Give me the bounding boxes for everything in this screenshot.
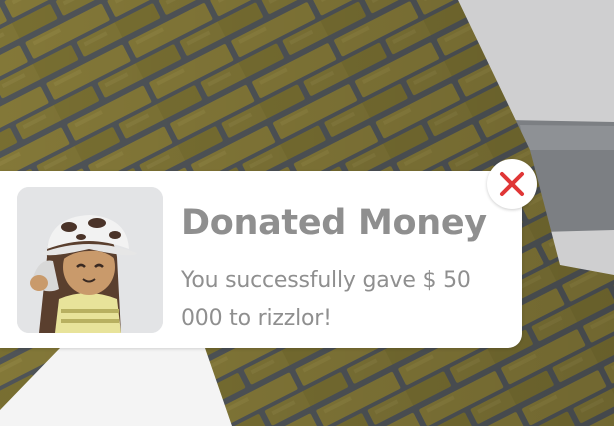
player-avatar-thumbnail	[17, 187, 163, 333]
notification-title: Donated Money	[181, 203, 487, 243]
close-x-icon	[500, 172, 524, 196]
donation-notification: Donated Money You successfully gave $ 50…	[0, 171, 522, 348]
player-avatar-icon	[17, 187, 163, 333]
close-notification-button[interactable]	[487, 159, 537, 209]
notification-message: You successfully gave $ 50 000 to rizzlo…	[181, 268, 471, 331]
